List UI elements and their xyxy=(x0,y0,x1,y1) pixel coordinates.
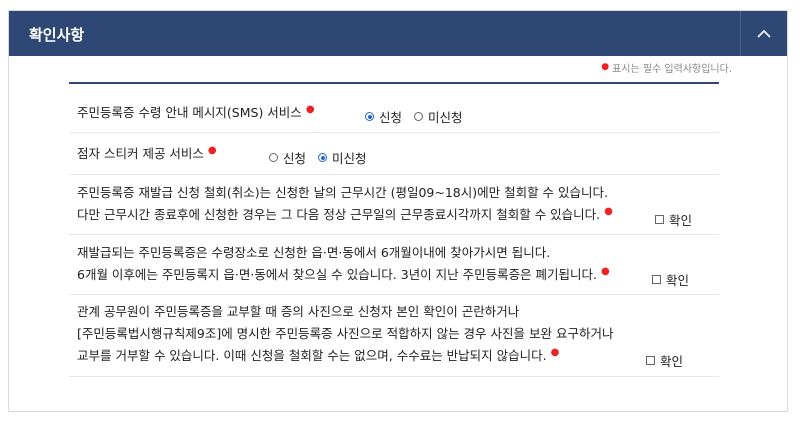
braille-option-decline[interactable]: 미신청 xyxy=(318,148,367,167)
sms-option-decline[interactable]: 미신청 xyxy=(414,107,463,126)
confirm-checkbox-pickup[interactable]: 확인 xyxy=(652,270,689,289)
required-marker: ● xyxy=(305,104,315,115)
confirm-text-line: 주민등록증 재발급 신청 철회(취소)는 신청한 날의 근무시간 (평일09~1… xyxy=(77,185,609,200)
panel-header: 확인사항 xyxy=(9,11,787,56)
confirm-text-line: 관계 공무원이 주민등록증을 교부할 때 증의 사진으로 신청자 본인 확인이 … xyxy=(77,304,520,319)
confirm-row-photo: 관계 공무원이 주민등록증을 교부할 때 증의 사진으로 신청자 본인 확인이 … xyxy=(69,295,719,377)
sms-service-label: 주민등록증 수령 안내 메시지(SMS) 서비스 ● xyxy=(77,102,318,126)
sms-option-apply-label: 신청 xyxy=(379,110,403,125)
chevron-up-icon xyxy=(757,29,771,38)
confirm-text-photo: 관계 공무원이 주민등록증을 교부할 때 증의 사진으로 신청자 본인 확인이 … xyxy=(77,301,613,369)
confirm-text-line: 재발급되는 주민등록증은 수령장소로 신청한 읍·면·동에서 6개월이내에 찾아… xyxy=(77,245,551,260)
braille-service-row: 점자 스티커 제공 서비스 ● 신청 미신청 xyxy=(69,133,719,175)
checkbox-icon[interactable] xyxy=(655,215,664,224)
radio-checked-icon[interactable] xyxy=(365,112,374,121)
collapse-button[interactable] xyxy=(741,11,787,56)
confirm-checkbox-label: 확인 xyxy=(666,273,690,288)
required-marker: ● xyxy=(601,266,610,277)
required-marker: ● xyxy=(604,206,613,217)
confirm-checkbox-withdrawal[interactable]: 확인 xyxy=(655,210,692,229)
required-marker: ● xyxy=(601,62,610,72)
required-marker: ● xyxy=(207,145,217,156)
confirm-row-withdrawal: 주민등록증 재발급 신청 철회(취소)는 신청한 날의 근무시간 (평일09~1… xyxy=(69,175,719,235)
radio-icon[interactable] xyxy=(414,112,424,121)
braille-options: 신청 미신청 xyxy=(269,148,379,167)
confirm-row-pickup: 재발급되는 주민등록증은 수령장소로 신청한 읍·면·동에서 6개월이내에 찾아… xyxy=(69,235,719,295)
required-note-text: 표시는 필수 입력사항입니다. xyxy=(612,64,732,75)
radio-checked-icon[interactable] xyxy=(318,153,328,162)
required-marker: ● xyxy=(550,347,560,358)
braille-service-label-text: 점자 스티커 제공 서비스 xyxy=(77,146,204,161)
sms-options: 신청 미신청 xyxy=(365,107,475,126)
sms-option-decline-label: 미신청 xyxy=(428,110,463,125)
confirm-text-line: [주민등록법시행규칙제9조]에 명시한 주민등록증 사진으로 적합하지 않는 경… xyxy=(77,326,614,341)
confirm-text-withdrawal: 주민등록증 재발급 신청 철회(취소)는 신청한 날의 근무시간 (평일09~1… xyxy=(77,182,616,228)
braille-option-decline-label: 미신청 xyxy=(332,151,367,166)
braille-option-apply[interactable]: 신청 xyxy=(269,148,306,167)
braille-option-apply-label: 신청 xyxy=(283,151,307,166)
checkbox-icon[interactable] xyxy=(646,356,655,365)
braille-service-label: 점자 스티커 제공 서비스 ● xyxy=(77,143,220,167)
checkbox-icon[interactable] xyxy=(652,275,661,284)
radio-icon[interactable] xyxy=(269,153,278,162)
panel-title: 확인사항 xyxy=(29,26,85,44)
confirm-text-line: 다만 근무시간 종료후에 신청한 경우는 그 다음 정상 근무일의 근무종료시각… xyxy=(77,207,601,222)
sms-service-row: 주민등록증 수령 안내 메시지(SMS) 서비스 ● 신청 미신청 xyxy=(69,95,719,133)
confirm-text-pickup: 재발급되는 주민등록증은 수령장소로 신청한 읍·면·동에서 6개월이내에 찾아… xyxy=(77,242,613,288)
confirm-text-line: 교부를 거부할 수 있습니다. 이때 신청을 철회할 수는 없으며, 수수료는 … xyxy=(77,348,547,363)
confirm-text-line: 6개월 이후에는 주민등록지 읍·면·동에서 찾으실 수 있습니다. 3년이 지… xyxy=(77,267,598,282)
form-top-rule xyxy=(69,82,719,84)
confirm-checkbox-label: 확인 xyxy=(660,354,684,369)
sms-option-apply[interactable]: 신청 xyxy=(365,107,402,126)
confirm-checkbox-photo[interactable]: 확인 xyxy=(646,351,683,370)
confirm-checkbox-label: 확인 xyxy=(669,213,693,228)
required-note: ● 표시는 필수 입력사항입니다. xyxy=(601,60,732,75)
sms-service-label-text: 주민등록증 수령 안내 메시지(SMS) 서비스 xyxy=(77,105,302,120)
